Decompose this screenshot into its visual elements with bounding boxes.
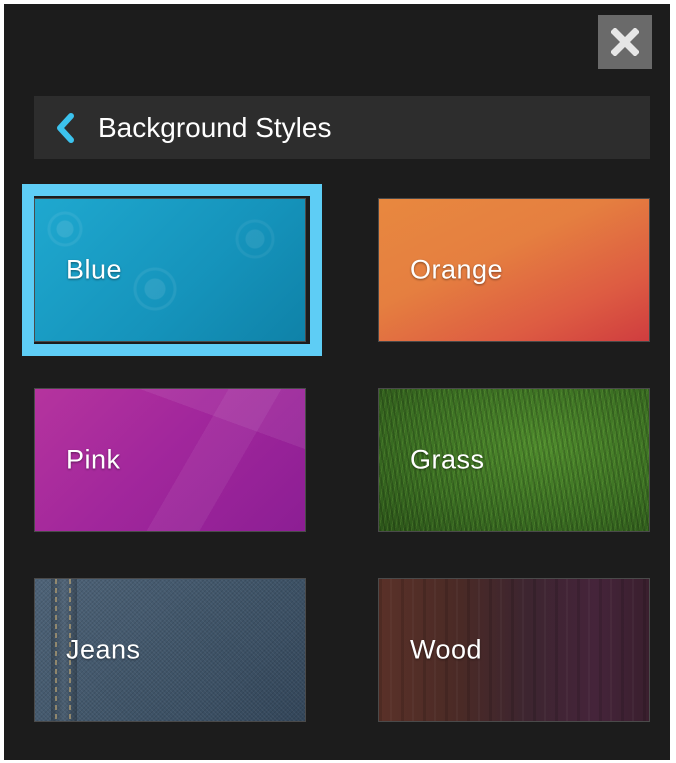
style-tile-label: Orange [410,254,504,285]
style-tile-label: Pink [66,444,121,475]
background-styles-panel: Background Styles Blue Orange Pink Grass… [4,4,670,760]
style-tile-jeans[interactable]: Jeans [34,578,306,722]
style-tile-grass[interactable]: Grass [378,388,650,532]
back-button[interactable] [52,112,78,144]
style-tile-orange[interactable]: Orange [378,198,650,342]
style-tile-label: Blue [66,254,123,285]
style-tile-label: Jeans [66,634,141,665]
chevron-left-icon [57,113,74,143]
style-tile-wood[interactable]: Wood [378,578,650,722]
style-tile-label: Wood [410,634,483,665]
style-tile-blue[interactable]: Blue [34,198,306,342]
close-button[interactable] [598,15,652,69]
page-title: Background Styles [98,112,332,143]
style-tile-label: Grass [410,444,485,475]
style-tile-pink[interactable]: Pink [34,388,306,532]
close-icon [611,28,639,56]
panel-header: Background Styles [34,96,650,159]
